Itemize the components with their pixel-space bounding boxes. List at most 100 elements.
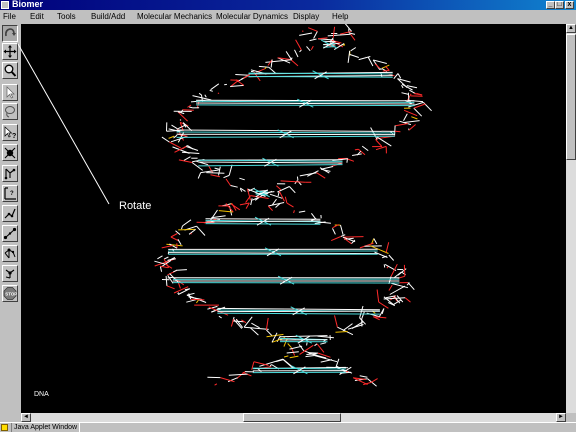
backbone-bond	[161, 245, 173, 249]
molecule-fragment-icon	[4, 248, 16, 259]
scroll-right-button[interactable]: ►	[556, 413, 566, 422]
backbone-bond	[289, 355, 299, 359]
tool-palette: ? ? STOP	[0, 24, 21, 414]
minimize-button[interactable]: _	[546, 1, 555, 9]
base-pair-bond	[205, 218, 321, 220]
svg-text:STOP: STOP	[5, 292, 17, 297]
menu-bar: File Edit Tools Build/Add Molecular Mech…	[0, 10, 576, 24]
base-pair-bond	[176, 131, 395, 134]
dihedral-tool-button[interactable]	[2, 205, 18, 222]
backbone-bond	[166, 243, 183, 247]
backbone-bond	[317, 335, 334, 339]
backbone-bond	[178, 159, 193, 163]
svg-text:?: ?	[10, 191, 14, 197]
backbone-bond	[166, 285, 175, 290]
base-pair-bond	[255, 190, 268, 193]
backbone-bond	[214, 167, 220, 170]
backbone-bond	[385, 66, 390, 71]
menu-molecular-mechanics[interactable]: Molecular Mechanics	[137, 11, 212, 22]
backbone-bond	[276, 185, 282, 191]
bond-length-tool-button[interactable]	[2, 165, 18, 182]
backbone-bond	[359, 242, 374, 249]
backbone-bond	[293, 210, 295, 214]
base-pair-bond	[205, 223, 321, 225]
menu-tools[interactable]: Tools	[57, 11, 76, 22]
backbone-bond	[171, 124, 178, 130]
translate-tool-button[interactable]	[2, 43, 18, 60]
menu-edit[interactable]: Edit	[30, 11, 44, 22]
menu-molecular-dynamics[interactable]: Molecular Dynamics	[216, 11, 288, 22]
molecule-viewport[interactable]: DNA	[21, 24, 566, 413]
backbone-bond	[335, 331, 348, 333]
backbone-bond	[310, 45, 314, 51]
backbone-bond	[214, 383, 218, 386]
backbone-bond	[382, 70, 390, 72]
backbone-bond	[253, 361, 269, 366]
menu-display[interactable]: Display	[293, 11, 319, 22]
vertical-scrollbar[interactable]: ▲	[566, 24, 576, 413]
backbone-bond	[276, 335, 281, 343]
backbone-bond	[352, 153, 362, 156]
title-bar[interactable]: Biomer _ □ x	[0, 0, 576, 10]
menu-help[interactable]: Help	[332, 11, 348, 22]
backbone-bond	[332, 228, 336, 235]
backbone-bond	[350, 34, 356, 41]
backbone-bond	[394, 130, 401, 133]
backbone-bond	[191, 162, 203, 171]
backbone-bond	[225, 178, 231, 186]
backbone-bond	[299, 32, 313, 36]
backbone-bond	[320, 342, 327, 345]
lasso-select-icon	[5, 106, 15, 118]
backbone-bond	[349, 54, 359, 58]
base-pair-bond	[196, 100, 415, 103]
stop-tool-button[interactable]: STOP	[2, 285, 18, 302]
backbone-bond	[278, 190, 285, 202]
backbone-bond	[178, 228, 196, 231]
scroll-left-button[interactable]: ◄	[21, 413, 31, 422]
close-button[interactable]: x	[565, 1, 574, 9]
horizontal-scroll-thumb[interactable]	[243, 413, 341, 422]
add-atom-tool-button[interactable]	[2, 144, 18, 161]
measure-tool-button[interactable]	[2, 225, 18, 242]
backbone-bond	[296, 176, 299, 181]
fragment-tool-button[interactable]	[2, 245, 18, 262]
backbone-bond	[198, 92, 202, 96]
select-pointer-icon	[6, 86, 15, 99]
applet-window-label: Java Applet Window	[11, 423, 81, 432]
backbone-bond	[385, 242, 390, 253]
backbone-bond	[309, 38, 317, 42]
backbone-bond	[182, 219, 192, 227]
menu-build-add[interactable]: Build/Add	[91, 11, 125, 22]
backbone-bond	[390, 263, 398, 277]
molecule-settings-tool-button[interactable]	[2, 265, 18, 282]
backbone-bond	[230, 185, 238, 188]
rotate-tool-button[interactable]	[2, 25, 18, 42]
maximize-button[interactable]: □	[555, 1, 564, 9]
backbone-bond	[378, 308, 385, 317]
lasso-tool-button[interactable]	[2, 103, 18, 120]
backbone-bond	[342, 236, 364, 238]
zoom-tool-button[interactable]	[2, 62, 18, 79]
horizontal-scrollbar[interactable]: ◄ ►	[21, 413, 566, 422]
backbone-bond	[404, 297, 411, 303]
query-tool-button[interactable]: ?	[2, 124, 18, 141]
backbone-bond	[393, 73, 399, 80]
base-pair-bond	[217, 307, 380, 311]
backbone-bond	[189, 106, 193, 109]
app-icon[interactable]	[1, 1, 9, 9]
backbone-bond	[327, 33, 351, 37]
backbone-bond	[290, 59, 299, 67]
backbone-bond	[251, 322, 260, 329]
backbone-bond	[403, 113, 408, 121]
backbone-bond	[188, 229, 196, 235]
vertical-scroll-thumb[interactable]	[566, 34, 576, 160]
select-tool-button[interactable]	[2, 84, 18, 101]
bond-angle-tool-button[interactable]: ?	[2, 185, 18, 202]
scroll-up-button[interactable]: ▲	[566, 24, 576, 33]
backbone-bond	[401, 83, 413, 91]
backbone-bond	[160, 265, 168, 269]
backbone-bond	[320, 359, 333, 363]
base-pair-bond	[217, 312, 380, 315]
backbone-bond	[235, 74, 250, 76]
menu-file[interactable]: File	[3, 11, 16, 22]
